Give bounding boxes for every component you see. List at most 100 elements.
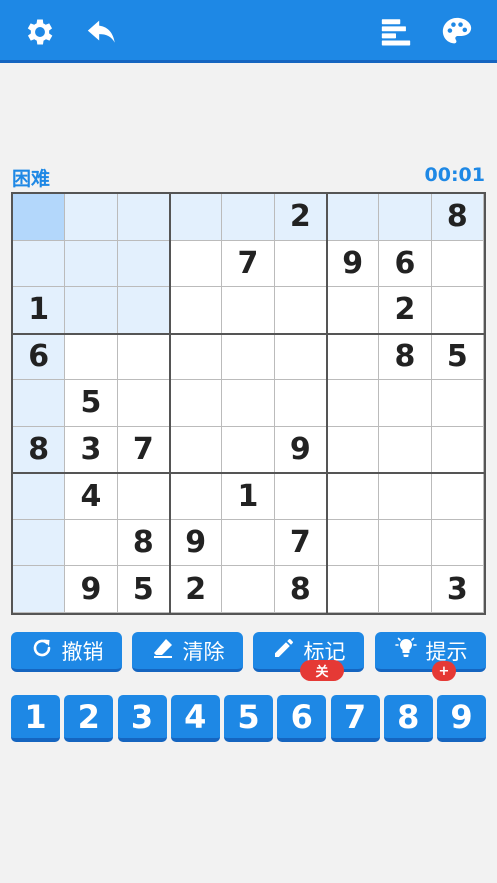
board-cell-r7-c2[interactable]: 4 xyxy=(65,473,118,520)
board-cell-r6-c9[interactable] xyxy=(431,426,484,474)
board-cell-r2-c6[interactable] xyxy=(274,240,327,288)
board-cell-r9-c7[interactable] xyxy=(327,566,380,613)
gear-icon[interactable] xyxy=(20,12,60,52)
number-button-6[interactable]: 6 xyxy=(277,695,327,742)
number-button-1[interactable]: 1 xyxy=(11,695,60,742)
board-cell-r1-c3[interactable] xyxy=(117,194,170,241)
board-cell-r1-c2[interactable] xyxy=(65,194,118,241)
board-cell-r2-c7[interactable]: 9 xyxy=(327,240,380,288)
board-cell-r3-c2[interactable] xyxy=(65,287,118,334)
number-button-4[interactable]: 4 xyxy=(170,695,220,742)
board-cell-r6-c2[interactable]: 3 xyxy=(65,426,118,474)
undo-arrow-icon[interactable] xyxy=(82,12,122,52)
board-cell-r1-c1[interactable] xyxy=(13,194,66,241)
board-cell-r9-c6[interactable]: 8 xyxy=(274,566,327,613)
board-cell-r9-c3[interactable]: 5 xyxy=(117,566,170,613)
board-cell-r7-c8[interactable] xyxy=(379,473,432,520)
board-cell-r8-c3[interactable]: 8 xyxy=(117,519,170,567)
number-button-8[interactable]: 8 xyxy=(383,695,433,742)
board-cell-r3-c7[interactable] xyxy=(327,287,380,334)
clear-button[interactable]: 清除 xyxy=(132,632,243,672)
board-cell-r8-c8[interactable] xyxy=(379,519,432,567)
board-cell-r8-c1[interactable] xyxy=(13,519,66,567)
board-cell-r4-c7[interactable] xyxy=(327,333,380,381)
board-cell-r7-c5[interactable]: 1 xyxy=(222,473,275,520)
board-cell-r5-c9[interactable] xyxy=(431,380,484,427)
board-cell-r5-c7[interactable] xyxy=(327,380,380,427)
board-cell-r6-c3[interactable]: 7 xyxy=(117,426,170,474)
board-cell-r6-c1[interactable]: 8 xyxy=(13,426,66,474)
board-cell-r4-c8[interactable]: 8 xyxy=(379,333,432,381)
board-cell-r2-c3[interactable] xyxy=(117,240,170,288)
hint-button[interactable]: 提示 xyxy=(375,632,486,672)
board-cell-r7-c1[interactable] xyxy=(13,473,66,520)
board-cell-r7-c3[interactable] xyxy=(117,473,170,520)
undo-label: 撤销 xyxy=(61,639,104,664)
board-cell-r8-c9[interactable] xyxy=(431,519,484,567)
board-cell-r9-c1[interactable] xyxy=(13,566,66,613)
board-cell-r6-c7[interactable] xyxy=(327,426,380,474)
board-cell-r3-c3[interactable] xyxy=(117,287,170,334)
board-cell-r1-c7[interactable] xyxy=(327,194,380,241)
board-cell-r4-c5[interactable] xyxy=(222,333,275,381)
board-cell-r5-c5[interactable] xyxy=(222,380,275,427)
board-cell-r4-c3[interactable] xyxy=(117,333,170,381)
board-cell-r5-c4[interactable] xyxy=(170,380,223,427)
number-button-7[interactable]: 7 xyxy=(330,695,380,742)
board-cell-r5-c8[interactable] xyxy=(379,380,432,427)
board-cell-r3-c8[interactable]: 2 xyxy=(379,287,432,334)
board-cell-r6-c6[interactable]: 9 xyxy=(274,426,327,474)
board-cell-r2-c9[interactable] xyxy=(431,240,484,288)
board-cell-r4-c9[interactable]: 5 xyxy=(431,333,484,381)
undo-button[interactable]: 撤销 xyxy=(11,632,122,672)
board-cell-r4-c6[interactable] xyxy=(274,333,327,381)
board-cell-r5-c6[interactable] xyxy=(274,380,327,427)
difficulty-label: 困难 xyxy=(12,168,51,190)
board-cell-r5-c2[interactable]: 5 xyxy=(65,380,118,427)
board-cell-r9-c8[interactable] xyxy=(379,566,432,613)
board-cell-r6-c4[interactable] xyxy=(170,426,223,474)
lightbulb-icon xyxy=(394,636,418,665)
board-cell-r1-c9[interactable]: 8 xyxy=(431,194,484,241)
board-cell-r7-c9[interactable] xyxy=(431,473,484,520)
board-cell-r2-c8[interactable]: 6 xyxy=(379,240,432,288)
board-cell-r1-c6[interactable]: 2 xyxy=(274,194,327,241)
board-cell-r3-c1[interactable]: 1 xyxy=(13,287,66,334)
board-cell-r2-c4[interactable] xyxy=(170,240,223,288)
board-cell-r9-c9[interactable]: 3 xyxy=(431,566,484,613)
number-button-9[interactable]: 9 xyxy=(437,695,486,742)
board-cell-r4-c2[interactable] xyxy=(65,333,118,381)
number-button-5[interactable]: 5 xyxy=(224,695,273,742)
board-cell-r9-c5[interactable] xyxy=(222,566,275,613)
board-cell-r1-c8[interactable] xyxy=(379,194,432,241)
board-cell-r3-c4[interactable] xyxy=(170,287,223,334)
board-cell-r2-c1[interactable] xyxy=(13,240,66,288)
board-cell-r2-c5[interactable]: 7 xyxy=(222,240,275,288)
board-cell-r6-c5[interactable] xyxy=(222,426,275,474)
number-button-3[interactable]: 3 xyxy=(117,695,167,742)
board-cell-r1-c5[interactable] xyxy=(222,194,275,241)
board-cell-r1-c4[interactable] xyxy=(170,194,223,241)
board-cell-r3-c5[interactable] xyxy=(222,287,275,334)
board-cell-r7-c6[interactable] xyxy=(274,473,327,520)
board-cell-r3-c6[interactable] xyxy=(274,287,327,334)
board-cell-r8-c6[interactable]: 7 xyxy=(274,519,327,567)
board-cell-r5-c3[interactable] xyxy=(117,380,170,427)
board-cell-r8-c4[interactable]: 9 xyxy=(170,519,223,567)
number-button-2[interactable]: 2 xyxy=(64,695,114,742)
board-cell-r9-c4[interactable]: 2 xyxy=(170,566,223,613)
board-cell-r7-c4[interactable] xyxy=(170,473,223,520)
palette-icon[interactable] xyxy=(437,12,477,52)
board-cell-r8-c5[interactable] xyxy=(222,519,275,567)
board-cell-r4-c1[interactable]: 6 xyxy=(13,333,66,381)
board-cell-r3-c9[interactable] xyxy=(431,287,484,334)
board-cell-r9-c2[interactable]: 9 xyxy=(65,566,118,613)
board-cell-r5-c1[interactable] xyxy=(13,380,66,427)
board-cell-r4-c4[interactable] xyxy=(170,333,223,381)
board-cell-r6-c8[interactable] xyxy=(379,426,432,474)
board-cell-r8-c2[interactable] xyxy=(65,519,118,567)
board-cell-r7-c7[interactable] xyxy=(327,473,380,520)
board-cell-r8-c7[interactable] xyxy=(327,519,380,567)
stats-bars-icon[interactable] xyxy=(376,12,416,52)
board-cell-r2-c2[interactable] xyxy=(65,240,118,288)
